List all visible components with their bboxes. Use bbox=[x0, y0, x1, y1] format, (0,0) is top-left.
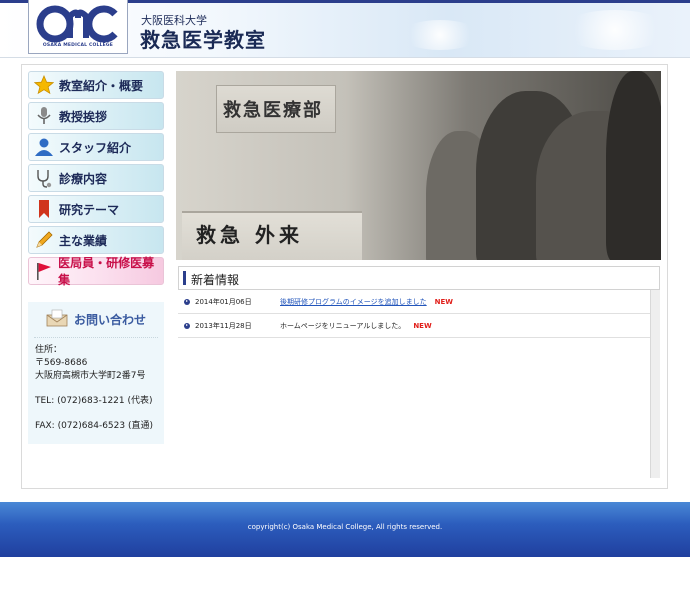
address: 大阪府高槻市大学町2番7号 bbox=[35, 371, 146, 381]
department-title: 救急医学教室 bbox=[140, 28, 266, 52]
hero-sign-bottom: 救急 外来 bbox=[182, 211, 362, 260]
pencil-icon bbox=[29, 227, 59, 253]
nav-item-staff[interactable]: スタッフ紹介 bbox=[28, 133, 164, 161]
news-header: 新着情報 bbox=[178, 266, 660, 290]
news-text: ホームページをリニューアルしました。 bbox=[280, 321, 406, 330]
news-date: 2013年11月28日 bbox=[195, 321, 252, 330]
header-sparkle bbox=[560, 10, 670, 50]
news-item: 2014年01月06日 後期研修プログラムのイメージを追加しました NEW bbox=[178, 290, 650, 314]
nav-label: 診療内容 bbox=[59, 171, 108, 186]
contact-box: お問い合わせ 住所： 〒569-8686 大阪府高槻市大学町2番7号 TEL: … bbox=[28, 302, 164, 444]
contact-title: お問い合わせ bbox=[73, 313, 146, 327]
person-icon bbox=[29, 134, 59, 160]
news-link[interactable]: 後期研修プログラムのイメージを追加しました bbox=[280, 297, 427, 307]
contact-header: お問い合わせ bbox=[34, 302, 158, 338]
news-header-bar bbox=[183, 271, 186, 285]
new-badge: NEW bbox=[434, 297, 454, 306]
contact-info: 住所： 〒569-8686 大阪府高槻市大学町2番7号 TEL: (072)68… bbox=[28, 338, 164, 433]
hero-sign-bottom-text: 救急 外来 bbox=[196, 223, 303, 247]
flag-icon bbox=[29, 258, 58, 284]
nav-item-recruit[interactable]: 医局員・研修医募集 bbox=[28, 256, 164, 287]
bookmark-icon bbox=[29, 196, 59, 222]
nav-item-clinical[interactable]: 診療内容 bbox=[28, 164, 164, 192]
news-title: 新着情報 bbox=[191, 273, 240, 287]
nav-label: 教室紹介・概要 bbox=[59, 78, 144, 93]
site-header: OSAKA MEDICAL COLLEGE 大阪医科大学 救急医学教室 bbox=[0, 0, 690, 58]
news-list: 2014年01月06日 後期研修プログラムのイメージを追加しました NEW 20… bbox=[178, 290, 650, 478]
nav-label: 主な業績 bbox=[59, 233, 108, 248]
sidebar-nav: 教室紹介・概要 教授挨拶 スタッフ紹介 診療内容 研究テーマ 主な業績 医局員・… bbox=[28, 71, 164, 288]
star-icon bbox=[29, 72, 59, 98]
omc-logo-icon bbox=[36, 5, 118, 43]
nav-item-research[interactable]: 研究テーマ bbox=[28, 195, 164, 223]
nav-label: 医局員・研修医募集 bbox=[58, 256, 155, 287]
new-badge: NEW bbox=[413, 321, 432, 330]
nav-item-achievements[interactable]: 主な業績 bbox=[28, 226, 164, 254]
college-logo[interactable]: OSAKA MEDICAL COLLEGE bbox=[28, 0, 128, 54]
site-footer: copyright(c) Osaka Medical College, All … bbox=[0, 502, 690, 557]
hero-sign-top: 救急医療部 bbox=[216, 85, 336, 133]
microphone-icon bbox=[29, 103, 59, 129]
hero-sign-top-text: 救急医療部 bbox=[223, 100, 323, 121]
logo-subtitle: OSAKA MEDICAL COLLEGE bbox=[42, 43, 114, 48]
postal-code: 〒569-8686 bbox=[35, 358, 88, 368]
news-scrollbar[interactable] bbox=[650, 290, 660, 478]
bullet-arrow-icon bbox=[184, 298, 190, 305]
header-sparkle bbox=[400, 20, 480, 50]
copyright-text: copyright(c) Osaka Medical College, All … bbox=[247, 523, 443, 531]
nav-item-greeting[interactable]: 教授挨拶 bbox=[28, 102, 164, 130]
hero-photo: 救急医療部 救急 外来 bbox=[176, 71, 661, 260]
nav-label: スタッフ紹介 bbox=[59, 140, 132, 155]
nav-item-about[interactable]: 教室紹介・概要 bbox=[28, 71, 164, 99]
news-date: 2014年01月06日 bbox=[195, 297, 252, 306]
news-item: 2013年11月28日 ホームページをリニューアルしました。 NEW bbox=[178, 314, 650, 338]
address-label: 住所： bbox=[35, 345, 63, 355]
envelope-icon bbox=[46, 309, 68, 331]
tel-number: TEL: (072)683-1221 (代表) bbox=[35, 396, 153, 406]
hero-person bbox=[606, 71, 661, 260]
nav-label: 教授挨拶 bbox=[59, 109, 108, 124]
stethoscope-icon bbox=[29, 165, 59, 191]
nav-label: 研究テーマ bbox=[59, 202, 120, 217]
bullet-arrow-icon bbox=[184, 322, 190, 329]
fax-number: FAX: (072)684-6523 (直通) bbox=[35, 421, 153, 431]
